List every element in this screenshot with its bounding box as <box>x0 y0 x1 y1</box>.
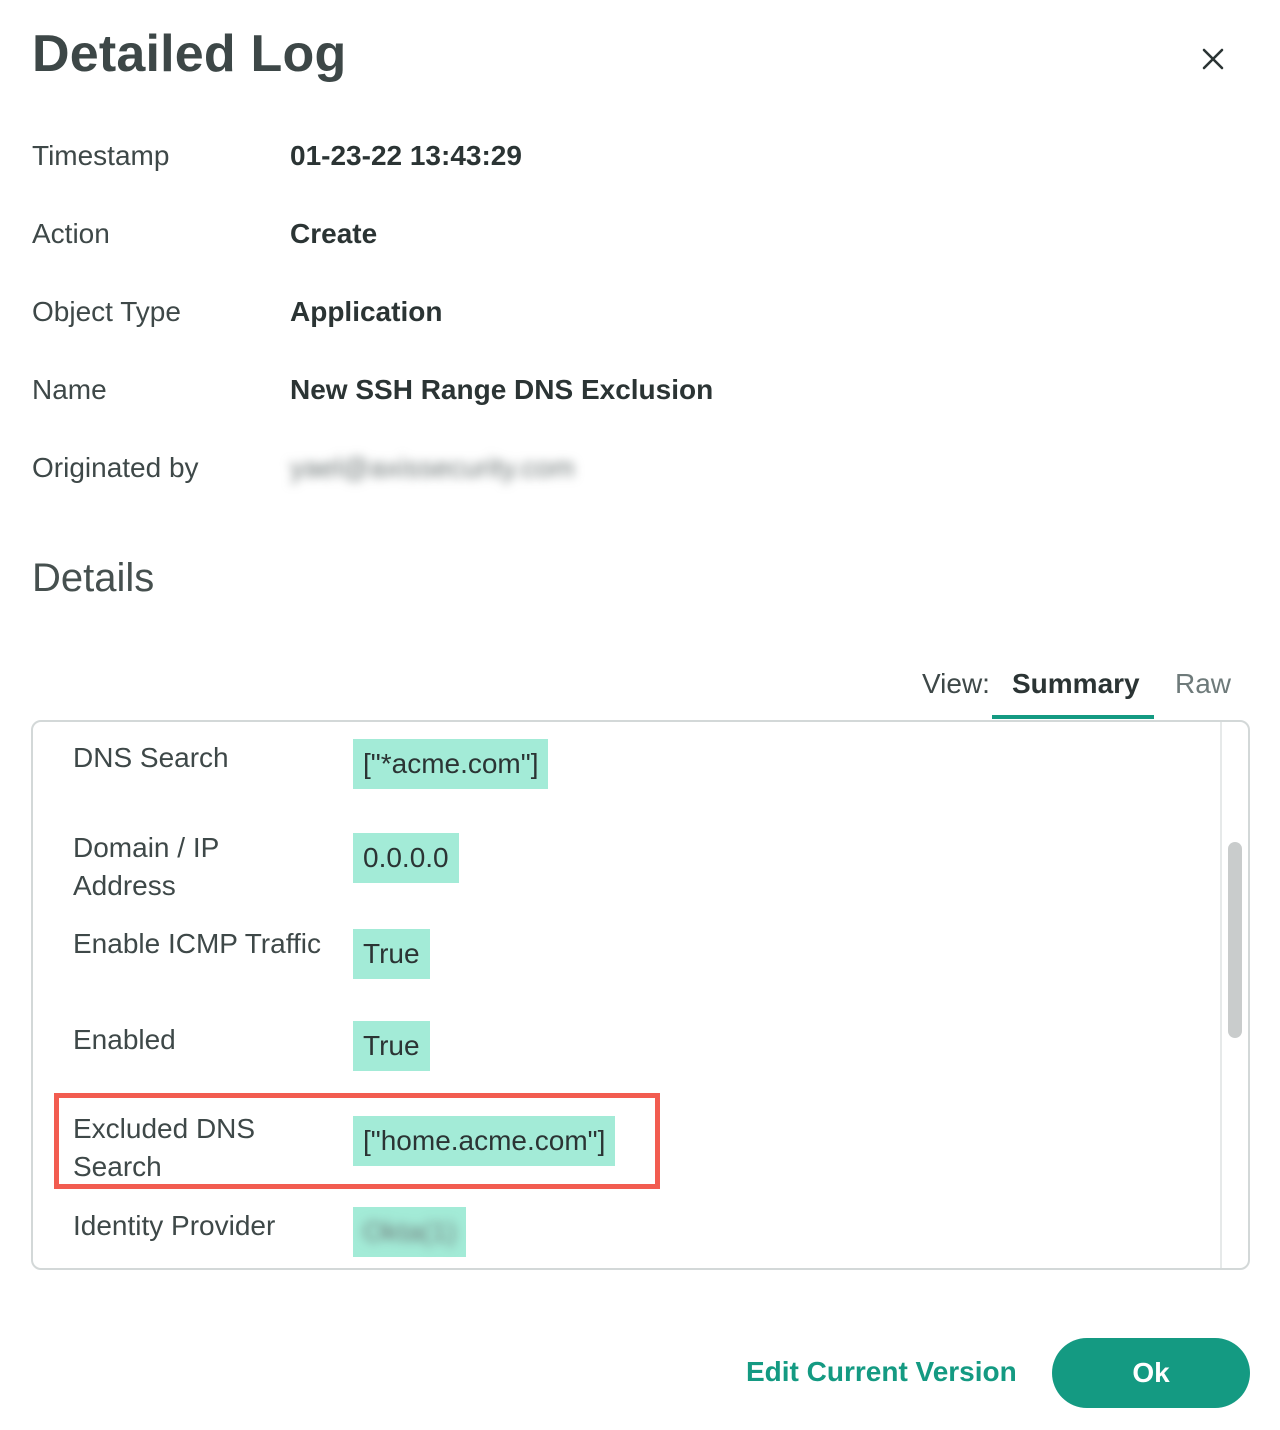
close-button[interactable] <box>1192 38 1234 80</box>
detail-label: Identity Provider <box>73 1210 276 1241</box>
detail-label: DNS Search <box>73 742 229 773</box>
meta-label: Timestamp <box>32 140 170 171</box>
active-tab-indicator <box>992 715 1154 719</box>
detailed-log-dialog: Detailed Log Timestamp 01-23-22 13:43:29… <box>0 0 1280 1430</box>
meta-label: Name <box>32 374 107 405</box>
meta-row-originated-by: Originated by yael@axissecurity.com <box>32 452 1232 492</box>
details-panel[interactable]: DNS Search ["*acme.com"] Domain / IP Add… <box>31 720 1250 1270</box>
meta-row-object-type: Object Type Application <box>32 296 1232 336</box>
meta-value: Create <box>290 218 378 249</box>
meta-value: Application <box>290 296 443 327</box>
meta-value: 01-23-22 13:43:29 <box>290 140 522 171</box>
detail-value: True <box>353 929 430 979</box>
meta-label: Originated by <box>32 452 199 483</box>
close-icon <box>1202 48 1224 70</box>
detail-value: True <box>353 1021 430 1071</box>
detail-label: Enabled <box>73 1024 176 1055</box>
meta-label: Object Type <box>32 296 181 327</box>
originator-email-redacted: yael@axissecurity.com <box>290 452 575 483</box>
detail-label: Domain / IP Address <box>73 832 219 901</box>
scrollbar-track[interactable] <box>1220 722 1222 1268</box>
dialog-title: Detailed Log <box>32 25 347 83</box>
tab-raw[interactable]: Raw <box>1175 668 1231 700</box>
view-label: View: <box>922 668 990 699</box>
meta-label: Action <box>32 218 110 249</box>
details-section-title: Details <box>32 556 155 600</box>
ok-button[interactable]: Ok <box>1052 1338 1250 1408</box>
detail-value: 0.0.0.0 <box>353 833 459 883</box>
meta-row-timestamp: Timestamp 01-23-22 13:43:29 <box>32 140 1232 180</box>
callout-highlight-box <box>54 1093 660 1189</box>
meta-value: New SSH Range DNS Exclusion <box>290 374 714 405</box>
detail-value-redacted: Okta(1) <box>353 1207 467 1257</box>
meta-row-action: Action Create <box>32 218 1232 258</box>
meta-row-name: Name New SSH Range DNS Exclusion <box>32 374 1232 414</box>
detail-value: ["*acme.com"] <box>353 739 549 789</box>
tab-summary[interactable]: Summary <box>1012 668 1140 700</box>
identity-provider-redacted: Okta(1) <box>363 1216 457 1247</box>
scrollbar-thumb[interactable] <box>1228 842 1242 1038</box>
detail-label: Enable ICMP Traffic <box>73 928 321 959</box>
edit-current-version-link[interactable]: Edit Current Version <box>746 1356 1017 1388</box>
